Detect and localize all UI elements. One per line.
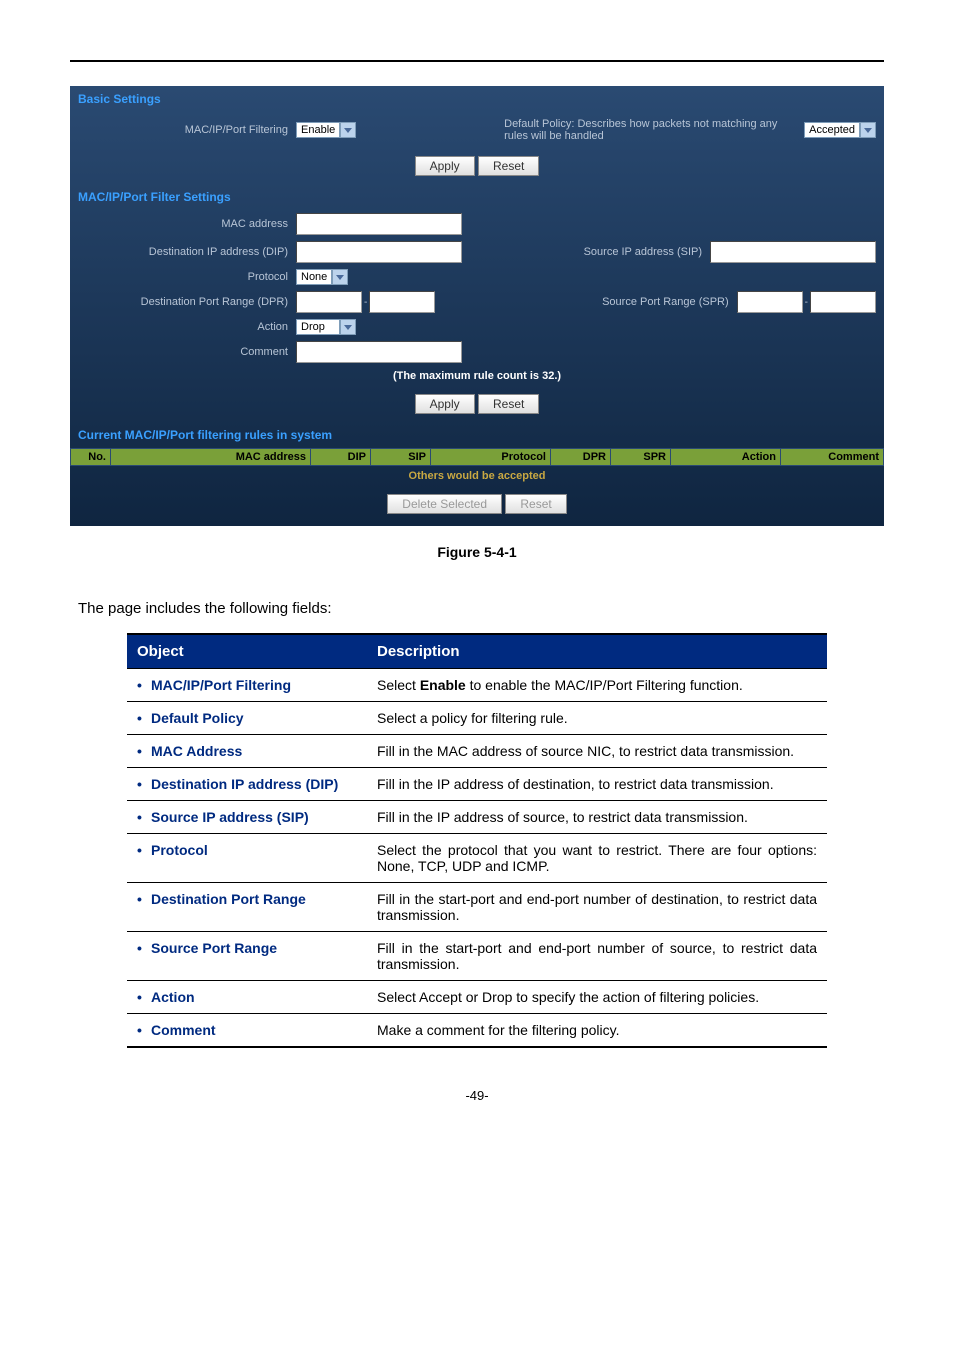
col-no: No.: [71, 449, 111, 465]
action-select[interactable]: Drop: [296, 319, 340, 335]
bullet-icon: •: [137, 677, 151, 693]
reset-button[interactable]: Reset: [478, 156, 539, 176]
spr-start-input[interactable]: [737, 291, 803, 313]
bullet-icon: •: [137, 743, 151, 759]
basic-settings-title: Basic Settings: [70, 86, 884, 112]
apply-button[interactable]: Apply: [415, 156, 475, 176]
table-row: •Comment Make a comment for the filterin…: [127, 1014, 827, 1048]
bullet-icon: •: [137, 940, 151, 956]
obj-desc: Select Accept or Drop to specify the act…: [367, 981, 827, 1014]
obj-label: Destination IP address (DIP): [151, 776, 338, 792]
obj-desc: Fill in the IP address of source, to res…: [367, 801, 827, 834]
dpr-end-input[interactable]: [369, 291, 435, 313]
col-protocol: Protocol: [431, 449, 551, 465]
obj-label: Action: [151, 989, 195, 1005]
protocol-label: Protocol: [78, 271, 296, 283]
obj-desc: Select the protocol that you want to res…: [367, 834, 827, 883]
page-number: -49-: [70, 1088, 884, 1103]
obj-label: MAC Address: [151, 743, 242, 759]
policy-label: Default Policy: Describes how packets no…: [504, 118, 804, 142]
bullet-icon: •: [137, 842, 151, 858]
table-row: •Source Port Range Fill in the start-por…: [127, 932, 827, 981]
top-divider: [70, 60, 884, 62]
bullet-icon: •: [137, 1022, 151, 1038]
obj-desc: Fill in the start-port and end-port numb…: [367, 932, 827, 981]
filter-settings-title: MAC/IP/Port Filter Settings: [70, 184, 884, 210]
table-row: •Default Policy Select a policy for filt…: [127, 702, 827, 735]
obj-desc: Select a policy for filtering rule.: [367, 702, 827, 735]
table-row: •Destination IP address (DIP) Fill in th…: [127, 768, 827, 801]
bullet-icon: •: [137, 891, 151, 907]
protocol-select[interactable]: None: [296, 269, 332, 285]
fields-table: Object Description •MAC/IP/Port Filterin…: [127, 633, 827, 1048]
bullet-icon: •: [137, 710, 151, 726]
others-accepted: Others would be accepted: [70, 466, 884, 486]
dpr-label: Destination Port Range (DPR): [78, 296, 296, 308]
table-row: •MAC Address Fill in the MAC address of …: [127, 735, 827, 768]
dip-input[interactable]: [296, 241, 462, 263]
obj-desc: Fill in the IP address of destination, t…: [367, 768, 827, 801]
filtering-label: MAC/IP/Port Filtering: [78, 124, 296, 136]
policy-select[interactable]: Accepted: [804, 122, 860, 138]
comment-label: Comment: [78, 346, 296, 358]
col-spr: SPR: [611, 449, 671, 465]
table-row: •Destination Port Range Fill in the star…: [127, 883, 827, 932]
dpr-start-input[interactable]: [296, 291, 362, 313]
sip-label: Source IP address (SIP): [542, 246, 710, 258]
intro-text: The page includes the following fields:: [78, 600, 884, 617]
col-dip: DIP: [311, 449, 371, 465]
bullet-icon: •: [137, 776, 151, 792]
obj-label: Comment: [151, 1022, 216, 1038]
obj-label: MAC/IP/Port Filtering: [151, 677, 291, 693]
bullet-icon: •: [137, 809, 151, 825]
col-sip: SIP: [371, 449, 431, 465]
sip-input[interactable]: [710, 241, 876, 263]
obj-label: Default Policy: [151, 710, 244, 726]
th-object: Object: [127, 634, 367, 669]
reset-button[interactable]: Reset: [505, 494, 566, 514]
obj-desc: Make a comment for the filtering policy.: [367, 1014, 827, 1048]
obj-label: Source IP address (SIP): [151, 809, 309, 825]
reset-button[interactable]: Reset: [478, 394, 539, 414]
obj-label: Protocol: [151, 842, 208, 858]
chevron-down-icon[interactable]: [860, 122, 876, 138]
action-label: Action: [78, 321, 296, 333]
chevron-down-icon[interactable]: [340, 122, 356, 138]
bullet-icon: •: [137, 989, 151, 1005]
th-description: Description: [367, 634, 827, 669]
spr-end-input[interactable]: [810, 291, 876, 313]
dip-label: Destination IP address (DIP): [78, 246, 296, 258]
spr-label: Source Port Range (SPR): [569, 296, 737, 308]
rules-title: Current MAC/IP/Port filtering rules in s…: [70, 422, 884, 448]
table-row: •MAC/IP/Port Filtering Select Enable to …: [127, 669, 827, 702]
table-row: •Protocol Select the protocol that you w…: [127, 834, 827, 883]
chevron-down-icon[interactable]: [332, 269, 348, 285]
apply-button[interactable]: Apply: [415, 394, 475, 414]
filtering-select[interactable]: Enable: [296, 122, 340, 138]
range-dash: -: [362, 297, 369, 308]
figure-caption: Figure 5-4-1: [70, 544, 884, 560]
col-dpr: DPR: [551, 449, 611, 465]
delete-selected-button[interactable]: Delete Selected: [387, 494, 502, 514]
obj-label: Destination Port Range: [151, 891, 306, 907]
obj-label: Source Port Range: [151, 940, 277, 956]
obj-desc: Fill in the MAC address of source NIC, t…: [367, 735, 827, 768]
obj-desc: Select Enable to enable the MAC/IP/Port …: [367, 669, 827, 702]
table-row: •Action Select Accept or Drop to specify…: [127, 981, 827, 1014]
obj-desc: Fill in the start-port and end-port numb…: [367, 883, 827, 932]
col-comment: Comment: [781, 449, 883, 465]
col-mac: MAC address: [111, 449, 311, 465]
max-rule-note: (The maximum rule count is 32.): [70, 366, 884, 386]
mac-label: MAC address: [78, 218, 296, 230]
settings-panel: Basic Settings MAC/IP/Port Filtering Ena…: [70, 86, 884, 526]
rules-header-row: No. MAC address DIP SIP Protocol DPR SPR…: [70, 448, 884, 466]
comment-input[interactable]: [296, 341, 462, 363]
table-row: •Source IP address (SIP) Fill in the IP …: [127, 801, 827, 834]
mac-input[interactable]: [296, 213, 462, 235]
range-dash: -: [803, 297, 810, 308]
chevron-down-icon[interactable]: [340, 319, 356, 335]
col-action: Action: [671, 449, 781, 465]
